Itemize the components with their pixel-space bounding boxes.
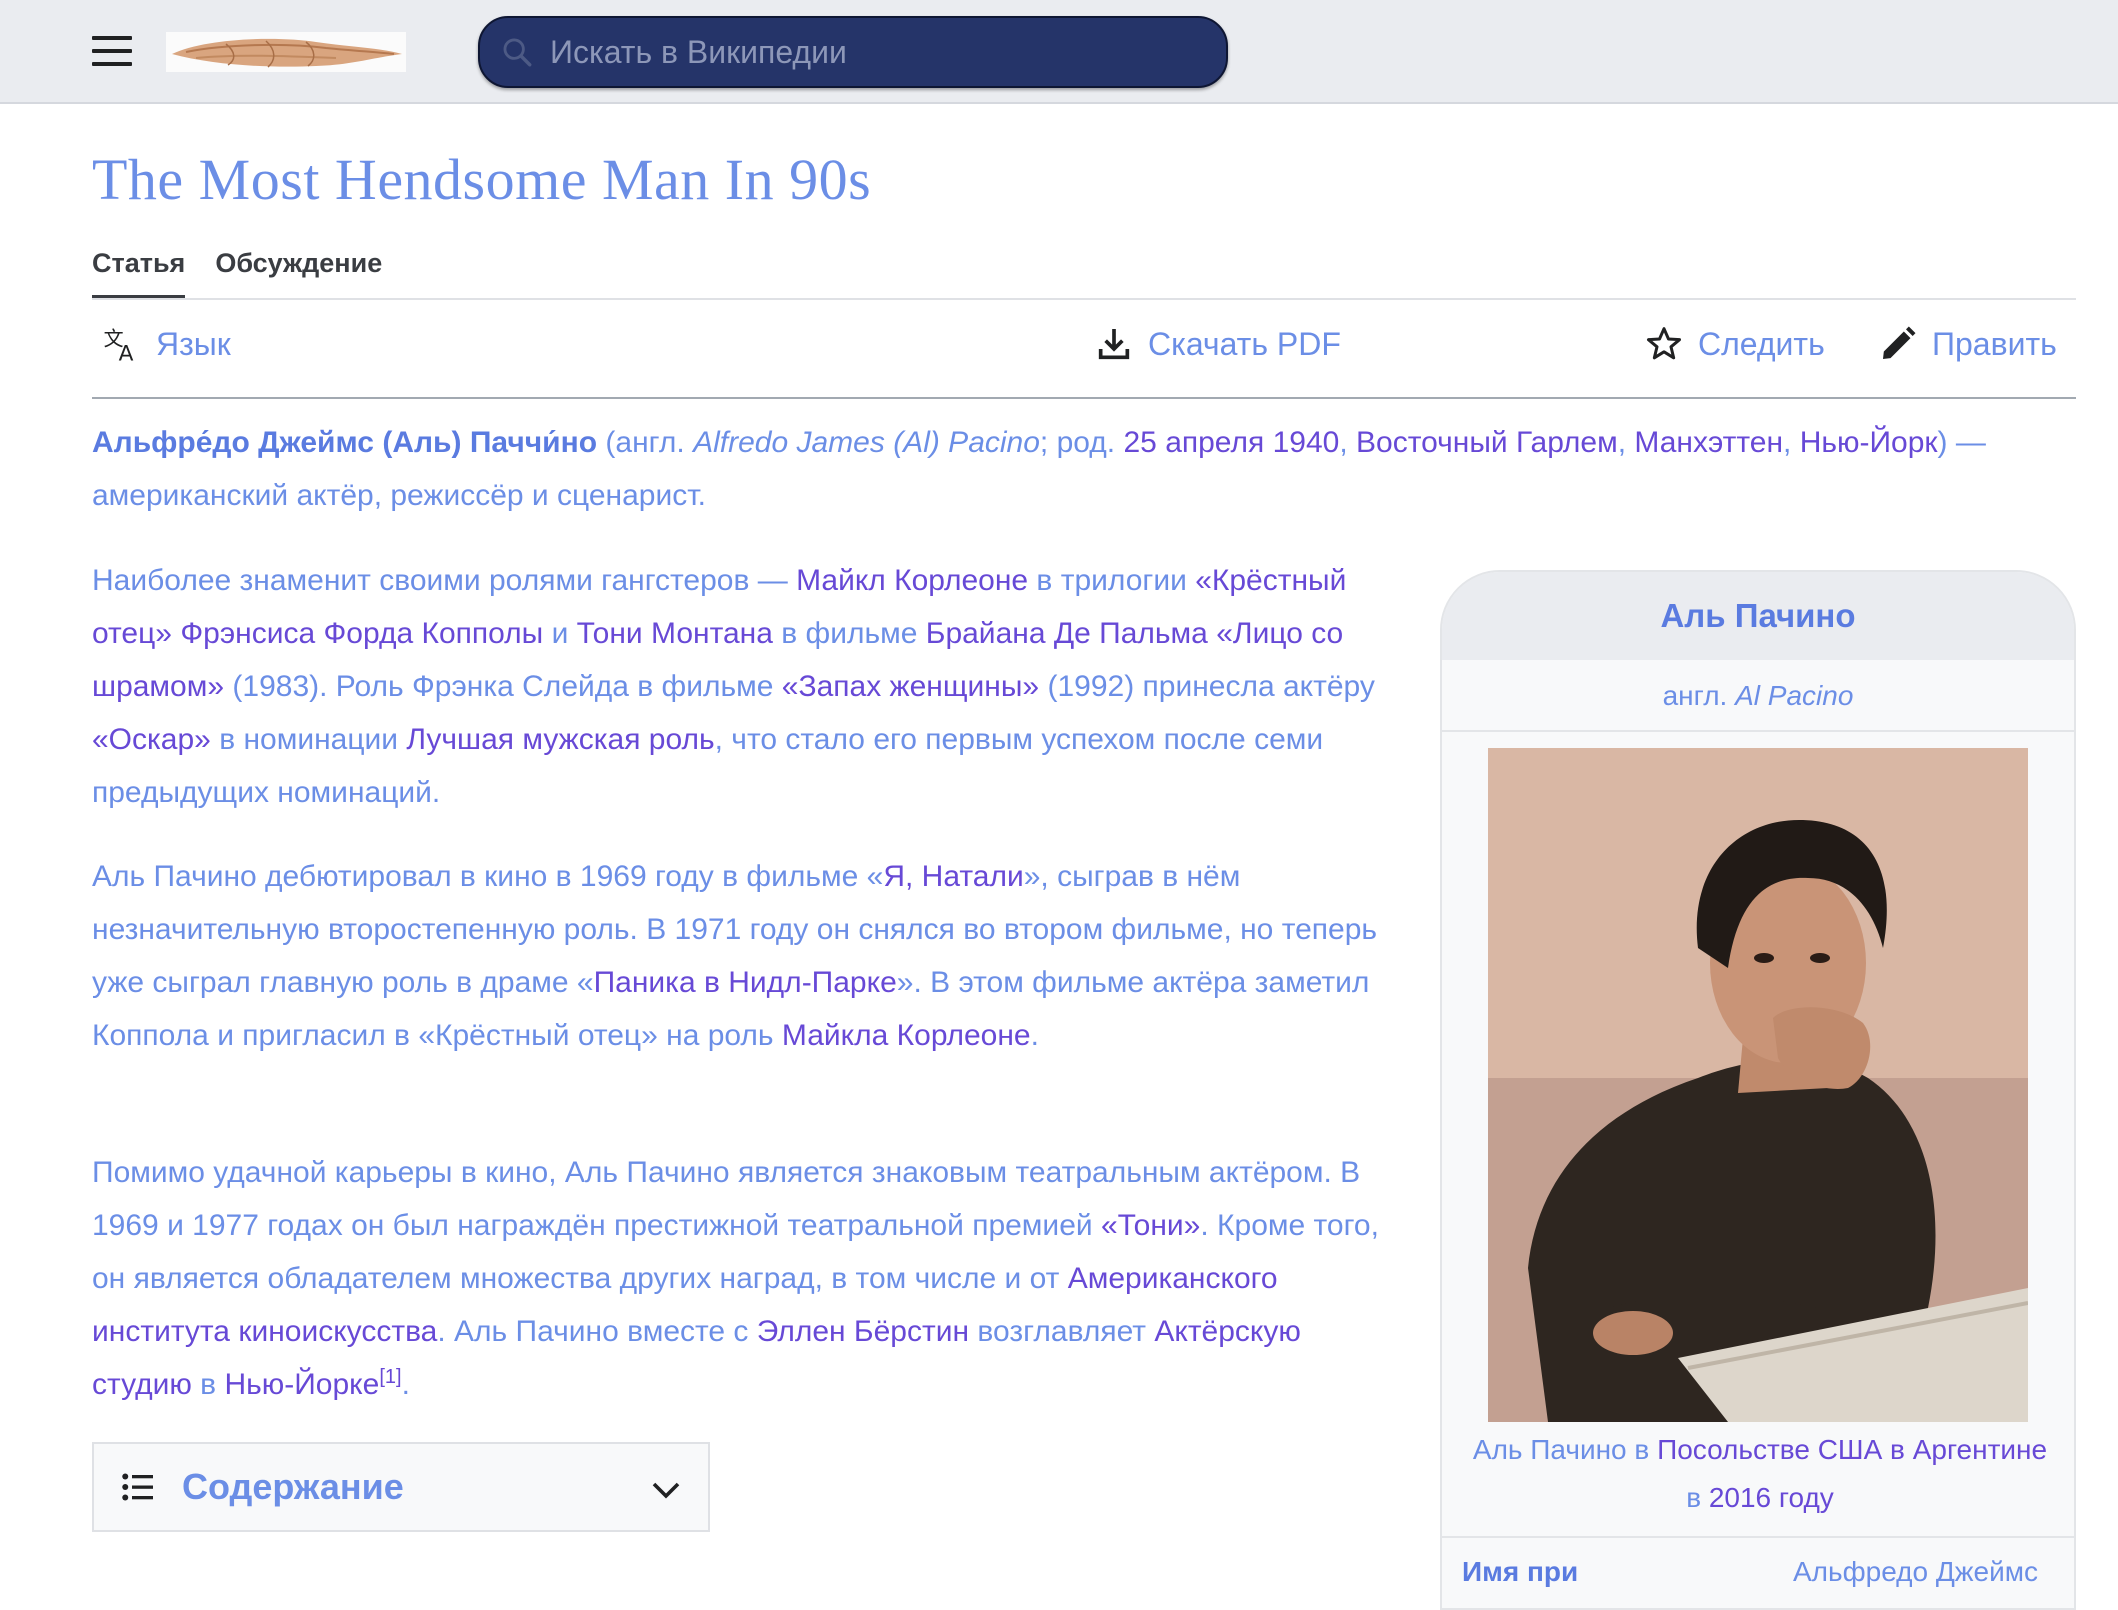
link-tony-montana[interactable]: Тони Монтана [577, 617, 773, 650]
lead-paragraph: Альфре́до Джеймс (Аль) Паччи́но (англ. A… [92, 426, 1986, 512]
link-best-actor[interactable]: Лучшая мужская роль [406, 723, 714, 756]
text: в фильме [772, 617, 926, 650]
link-panic-in-needle-park[interactable]: Паника в Нидл-Парке [594, 966, 897, 999]
svg-text:A: A [119, 342, 134, 364]
subject-nickname: (Аль) [382, 426, 462, 459]
subject-name: Альфре́до Джеймс [92, 426, 374, 459]
list-icon [122, 1473, 153, 1501]
link-birthdate[interactable]: 25 апреля [1123, 426, 1264, 459]
watch-button[interactable]: Следить [1644, 324, 1825, 364]
edit-label: Править [1932, 325, 2057, 362]
page-title: The Most Hendsome Man In 90s [92, 147, 872, 212]
text: (1983). Роль Фрэнка Слейда в фильме [224, 670, 782, 703]
page-toolbar: 文 A Язык Скачать PDF Следить Править [92, 324, 2076, 374]
edit-button[interactable]: Править [1878, 324, 2057, 364]
download-label: Скачать PDF [1148, 325, 1341, 362]
link-east-harlem[interactable]: Восточный Гарлем [1356, 426, 1618, 459]
paragraph-1: Наиболее знаменит своими ролями гангстер… [92, 554, 1392, 819]
text: Аль Пачино дебютировал в кино в 1969 год… [92, 860, 884, 893]
link-new-york[interactable]: Нью-Йорк [1800, 426, 1938, 459]
link-me-natalie[interactable]: Я, Натали [883, 860, 1023, 893]
infobox-title: Аль Пачино [1442, 572, 2074, 660]
pencil-icon [1883, 326, 1916, 359]
toolbar-divider [92, 397, 2076, 399]
link-manhattan[interactable]: Манхэттен [1634, 426, 1783, 459]
link-de-palma[interactable]: Брайана Де Пальма [926, 617, 1208, 650]
contents-label: Содержание [182, 1466, 404, 1507]
star-icon [1647, 327, 1681, 360]
link-birth-year[interactable]: 1940 [1273, 426, 1340, 459]
link-michael-corleone-2[interactable]: Майкла Корлеоне [782, 1019, 1031, 1052]
tabs-divider [92, 298, 2076, 300]
infobox-divider-2 [1442, 1536, 2074, 1538]
link-scent-of-a-woman[interactable]: «Запах женщины» [782, 670, 1039, 703]
infobox-english-name: англ. Al Pacino [1442, 680, 2074, 712]
link-ellen-burstyn[interactable]: Эллен Бёрстин [757, 1315, 969, 1348]
translate-icon: 文 A [104, 327, 134, 364]
search-box[interactable] [478, 16, 1228, 88]
infobox-english-value: Al Pacino [1735, 680, 1854, 711]
header-bar [0, 0, 2118, 104]
link-2016[interactable]: 2016 году [1709, 1482, 1834, 1513]
text: . [401, 1368, 410, 1401]
site-logo[interactable] [166, 32, 406, 72]
text: англ. [1662, 680, 1736, 711]
text: и [543, 617, 577, 650]
text: в [191, 1368, 225, 1401]
link-oscar[interactable]: «Оскар» [92, 723, 211, 756]
text: . Аль Пачино вместе с [437, 1315, 757, 1348]
paragraph-2: Аль Пачино дебютировал в кино в 1969 год… [92, 850, 1392, 1062]
text: в трилогии [1028, 564, 1196, 597]
language-label: Язык [156, 325, 231, 362]
infobox-row-label: Имя при [1462, 1556, 1579, 1587]
english-name: Alfredo James (Al) Pacino [693, 426, 1040, 459]
text: (1992) принесла актёру [1039, 670, 1375, 703]
text: в [1686, 1482, 1709, 1513]
subject-surname: Паччи́но [469, 426, 598, 459]
photo-caption: Аль Пачино в Посольстве США в Аргентине … [1462, 1426, 2058, 1522]
infobox: Аль Пачино англ. Al Pacino Аль Пачино в … [1440, 570, 2076, 1610]
text: Аль Пачино в [1472, 1434, 1658, 1465]
text: ; род. [1039, 426, 1124, 459]
tab-article[interactable]: Статья [92, 248, 186, 299]
text: . [1030, 1019, 1039, 1052]
link-coppola[interactable]: Фрэнсиса Форда Копполы [180, 617, 543, 650]
link-tony-award[interactable]: «Тони» [1101, 1209, 1200, 1242]
watch-label: Следить [1698, 325, 1825, 362]
chevron-down-icon[interactable] [648, 1472, 684, 1508]
text: Наиболее знаменит своими ролями гангстер… [92, 564, 797, 597]
search-input[interactable] [548, 32, 1168, 72]
tab-talk[interactable]: Обсуждение [215, 248, 382, 299]
search-icon [503, 38, 532, 67]
text: (англ. [597, 426, 694, 459]
contents-toggle[interactable]: Содержание [92, 1442, 710, 1532]
link-us-embassy-argentina[interactable]: Посольстве США в Аргентине [1657, 1434, 2047, 1465]
download-icon [1098, 329, 1130, 360]
reference-1[interactable]: [1] [379, 1366, 401, 1388]
infobox-row-value: Альфредо Джеймс [1792, 1556, 2038, 1587]
text: в номинации [210, 723, 407, 756]
language-button[interactable]: 文 A Язык [102, 324, 231, 365]
page-tabs: Статья Обсуждение [92, 248, 382, 299]
portrait-photo[interactable] [1488, 748, 2028, 1422]
download-pdf-button[interactable]: Скачать PDF [1094, 324, 1341, 364]
text: возглавляет [969, 1315, 1155, 1348]
paragraph-3: Помимо удачной карьеры в кино, Аль Пачин… [92, 1146, 1392, 1411]
infobox-divider [1442, 730, 2074, 732]
link-michael-corleone[interactable]: Майкл Корлеоне [796, 564, 1028, 597]
hamburger-menu-icon[interactable] [92, 36, 132, 68]
link-new-york-2[interactable]: Нью-Йорке [224, 1368, 379, 1401]
